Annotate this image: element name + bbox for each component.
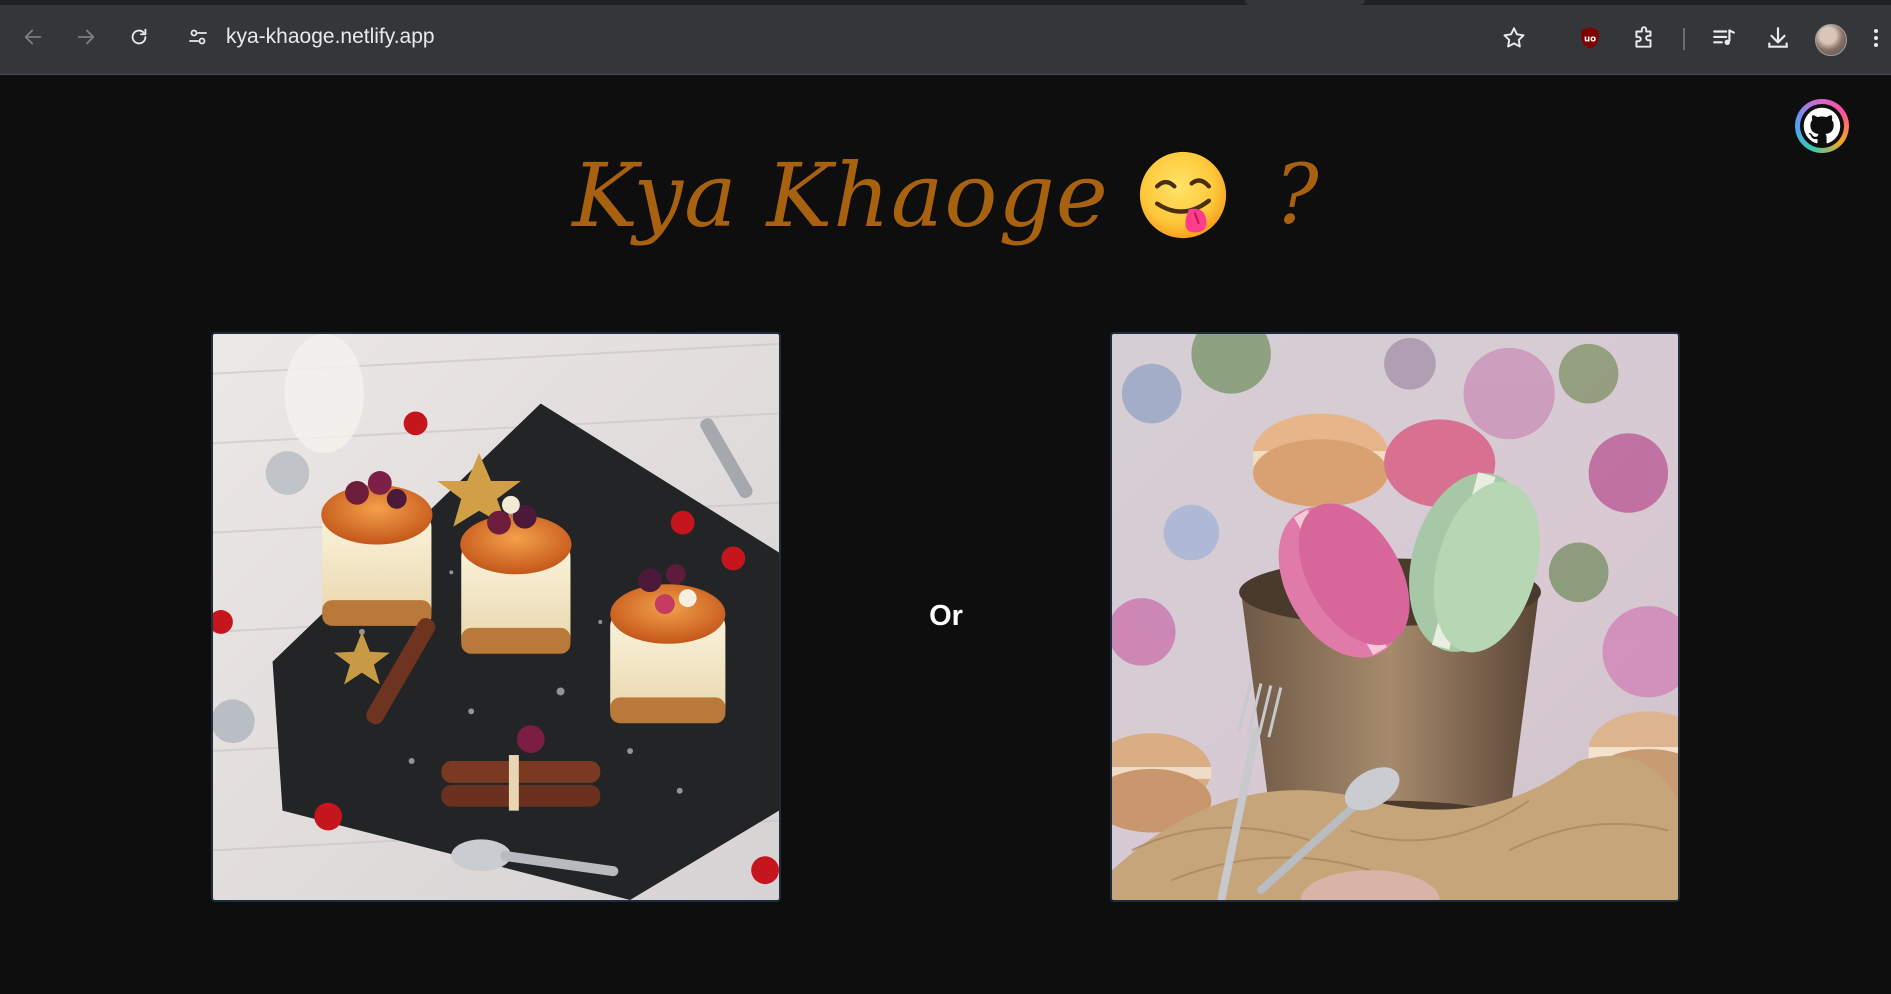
macarons-choice-card[interactable] xyxy=(1110,332,1680,902)
active-tab-edge[interactable] xyxy=(1245,0,1365,5)
question-mark: ? xyxy=(1274,147,1319,243)
profile-avatar[interactable] xyxy=(1815,24,1847,56)
download-icon[interactable] xyxy=(1762,22,1794,54)
reload-icon[interactable] xyxy=(124,22,154,52)
media-queue-icon[interactable] xyxy=(1708,22,1740,54)
extensions-puzzle-icon[interactable] xyxy=(1628,22,1660,54)
back-arrow-icon[interactable] xyxy=(18,22,48,52)
url-text[interactable]: kya-khaoge.netlify.app xyxy=(226,25,435,49)
or-label: Or xyxy=(929,600,963,632)
cheesecakes-choice-card[interactable] xyxy=(211,332,781,902)
bookmark-star-icon[interactable] xyxy=(1498,22,1530,54)
toolbar-divider xyxy=(1683,28,1685,50)
page-content: Kya Khaoge ? Or xyxy=(0,75,1891,994)
macarons-in-copper-cup-image xyxy=(1112,334,1678,900)
menu-kebab-icon[interactable] xyxy=(1866,22,1886,54)
site-settings-icon[interactable] xyxy=(186,25,210,49)
tab-strip xyxy=(0,0,1891,5)
page-header: Kya Khaoge ? xyxy=(0,135,1891,255)
address-bar[interactable]: kya-khaoge.netlify.app xyxy=(186,18,435,56)
browser-toolbar: kya-khaoge.netlify.app uo xyxy=(0,0,1891,75)
ublock-shield-icon[interactable]: uo xyxy=(1574,22,1606,54)
svg-text:uo: uo xyxy=(1584,34,1596,44)
page-title: Kya Khaoge xyxy=(572,143,1109,247)
mini-cheesecakes-with-berries-image xyxy=(213,334,779,900)
face-savoring-food-emoji xyxy=(1139,151,1226,239)
forward-arrow-icon[interactable] xyxy=(71,22,101,52)
